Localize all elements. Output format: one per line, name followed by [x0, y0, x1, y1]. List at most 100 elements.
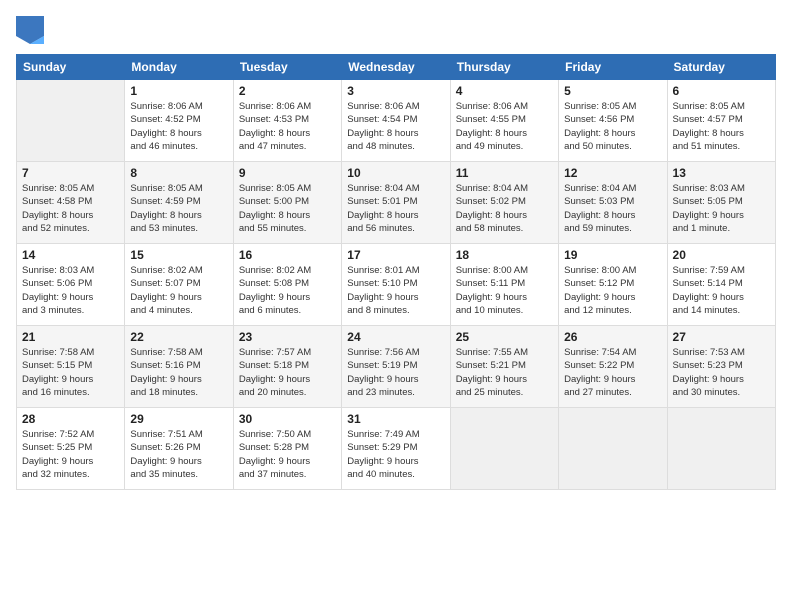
calendar-cell: 17Sunrise: 8:01 AM Sunset: 5:10 PM Dayli…	[342, 244, 450, 326]
day-info: Sunrise: 8:05 AM Sunset: 4:59 PM Dayligh…	[130, 182, 227, 235]
calendar-cell: 7 Sunrise: 8:05 AM Sunset: 4:58 PM Daylig…	[17, 162, 125, 244]
day-info: Sunrise: 7:51 AM Sunset: 5:26 PM Dayligh…	[130, 428, 227, 481]
day-number: 1	[130, 84, 227, 98]
calendar-cell	[667, 408, 775, 490]
calendar-cell: 15 Sunrise: 8:02 AM Sunset: 5:07 PM Dayli…	[125, 244, 233, 326]
calendar-container: SundayMondayTuesdayWednesdayThursdayFrid…	[0, 0, 792, 612]
day-info: Sunrise: 8:06 AM Sunset: 4:55 PM Dayligh…	[456, 100, 553, 153]
day-number: 20	[673, 248, 770, 262]
day-info: Sunrise: 8:05 AM Sunset: 4:57 PM Dayligh…	[673, 100, 770, 153]
day-number: 26	[564, 330, 661, 344]
day-info: Sunrise: 7:55 AM Sunset: 5:21 PM Dayligh…	[456, 346, 553, 399]
calendar-cell: 28 Sunrise: 7:52 AM Sunset: 5:25 PM Dayli…	[17, 408, 125, 490]
day-info: Sunrise: 8:02 AM Sunset: 5:07 PM Dayligh…	[130, 264, 227, 317]
day-info: Sunrise: 8:05 AM Sunset: 4:58 PM Dayligh…	[22, 182, 119, 235]
calendar-cell: 11Sunrise: 8:04 AM Sunset: 5:02 PM Dayli…	[450, 162, 558, 244]
logo	[16, 16, 48, 44]
calendar-cell: 18 Sunrise: 8:00 AM Sunset: 5:11 PM Dayli…	[450, 244, 558, 326]
day-number: 30	[239, 412, 336, 426]
weekday-header-sunday: Sunday	[17, 55, 125, 80]
day-number: 2	[239, 84, 336, 98]
calendar-cell: 30 Sunrise: 7:50 AM Sunset: 5:28 PM Dayli…	[233, 408, 341, 490]
calendar-cell: 25 Sunrise: 7:55 AM Sunset: 5:21 PM Dayli…	[450, 326, 558, 408]
day-number: 23	[239, 330, 336, 344]
day-number: 15	[130, 248, 227, 262]
calendar-cell	[17, 80, 125, 162]
calendar-cell: 22 Sunrise: 7:58 AM Sunset: 5:16 PM Dayli…	[125, 326, 233, 408]
day-info: Sunrise: 8:03 AM Sunset: 5:05 PM Dayligh…	[673, 182, 770, 235]
calendar-cell: 26 Sunrise: 7:54 AM Sunset: 5:22 PM Dayli…	[559, 326, 667, 408]
day-info: Sunrise: 8:06 AM Sunset: 4:52 PM Dayligh…	[130, 100, 227, 153]
calendar-cell: 16 Sunrise: 8:02 AM Sunset: 5:08 PM Dayli…	[233, 244, 341, 326]
day-info: Sunrise: 8:00 AM Sunset: 5:12 PM Dayligh…	[564, 264, 661, 317]
weekday-header-monday: Monday	[125, 55, 233, 80]
day-number: 4	[456, 84, 553, 98]
calendar-cell: 19Sunrise: 8:00 AM Sunset: 5:12 PM Dayli…	[559, 244, 667, 326]
day-number: 14	[22, 248, 119, 262]
calendar-cell: 13 Sunrise: 8:03 AM Sunset: 5:05 PM Dayli…	[667, 162, 775, 244]
day-number: 6	[673, 84, 770, 98]
day-number: 13	[673, 166, 770, 180]
day-number: 10	[347, 166, 444, 180]
calendar-header: SundayMondayTuesdayWednesdayThursdayFrid…	[17, 55, 776, 80]
calendar-cell: 23 Sunrise: 7:57 AM Sunset: 5:18 PM Dayli…	[233, 326, 341, 408]
day-info: Sunrise: 8:05 AM Sunset: 5:00 PM Dayligh…	[239, 182, 336, 235]
calendar-cell: 3 Sunrise: 8:06 AM Sunset: 4:54 PM Daylig…	[342, 80, 450, 162]
calendar-cell: 29 Sunrise: 7:51 AM Sunset: 5:26 PM Dayli…	[125, 408, 233, 490]
calendar-cell: 24Sunrise: 7:56 AM Sunset: 5:19 PM Dayli…	[342, 326, 450, 408]
day-info: Sunrise: 7:53 AM Sunset: 5:23 PM Dayligh…	[673, 346, 770, 399]
calendar-table: SundayMondayTuesdayWednesdayThursdayFrid…	[16, 54, 776, 490]
day-number: 29	[130, 412, 227, 426]
calendar-cell: 12Sunrise: 8:04 AM Sunset: 5:03 PM Dayli…	[559, 162, 667, 244]
day-number: 27	[673, 330, 770, 344]
calendar-cell	[450, 408, 558, 490]
calendar-cell: 14Sunrise: 8:03 AM Sunset: 5:06 PM Dayli…	[17, 244, 125, 326]
day-info: Sunrise: 8:04 AM Sunset: 5:03 PM Dayligh…	[564, 182, 661, 235]
day-info: Sunrise: 8:04 AM Sunset: 5:02 PM Dayligh…	[456, 182, 553, 235]
day-info: Sunrise: 7:57 AM Sunset: 5:18 PM Dayligh…	[239, 346, 336, 399]
calendar-cell: 6 Sunrise: 8:05 AM Sunset: 4:57 PM Daylig…	[667, 80, 775, 162]
day-number: 31	[347, 412, 444, 426]
day-info: Sunrise: 7:58 AM Sunset: 5:16 PM Dayligh…	[130, 346, 227, 399]
calendar-week-3: 14Sunrise: 8:03 AM Sunset: 5:06 PM Dayli…	[17, 244, 776, 326]
calendar-week-1: 1 Sunrise: 8:06 AM Sunset: 4:52 PM Daylig…	[17, 80, 776, 162]
day-number: 9	[239, 166, 336, 180]
calendar-cell: 4 Sunrise: 8:06 AM Sunset: 4:55 PM Daylig…	[450, 80, 558, 162]
day-number: 3	[347, 84, 444, 98]
weekday-header-tuesday: Tuesday	[233, 55, 341, 80]
day-number: 24	[347, 330, 444, 344]
day-number: 28	[22, 412, 119, 426]
calendar-cell: 31Sunrise: 7:49 AM Sunset: 5:29 PM Dayli…	[342, 408, 450, 490]
day-number: 8	[130, 166, 227, 180]
day-number: 21	[22, 330, 119, 344]
calendar-cell: 1 Sunrise: 8:06 AM Sunset: 4:52 PM Daylig…	[125, 80, 233, 162]
day-number: 17	[347, 248, 444, 262]
day-info: Sunrise: 8:05 AM Sunset: 4:56 PM Dayligh…	[564, 100, 661, 153]
calendar-week-5: 28 Sunrise: 7:52 AM Sunset: 5:25 PM Dayli…	[17, 408, 776, 490]
weekday-header-friday: Friday	[559, 55, 667, 80]
weekday-header-wednesday: Wednesday	[342, 55, 450, 80]
day-number: 18	[456, 248, 553, 262]
day-info: Sunrise: 8:00 AM Sunset: 5:11 PM Dayligh…	[456, 264, 553, 317]
day-number: 7	[22, 166, 119, 180]
calendar-cell: 9 Sunrise: 8:05 AM Sunset: 5:00 PM Daylig…	[233, 162, 341, 244]
day-info: Sunrise: 7:50 AM Sunset: 5:28 PM Dayligh…	[239, 428, 336, 481]
day-number: 22	[130, 330, 227, 344]
weekday-header-thursday: Thursday	[450, 55, 558, 80]
day-info: Sunrise: 8:02 AM Sunset: 5:08 PM Dayligh…	[239, 264, 336, 317]
calendar-cell: 10Sunrise: 8:04 AM Sunset: 5:01 PM Dayli…	[342, 162, 450, 244]
calendar-week-2: 7 Sunrise: 8:05 AM Sunset: 4:58 PM Daylig…	[17, 162, 776, 244]
day-info: Sunrise: 8:06 AM Sunset: 4:54 PM Dayligh…	[347, 100, 444, 153]
calendar-cell: 21Sunrise: 7:58 AM Sunset: 5:15 PM Dayli…	[17, 326, 125, 408]
calendar-cell: 5 Sunrise: 8:05 AM Sunset: 4:56 PM Daylig…	[559, 80, 667, 162]
day-number: 5	[564, 84, 661, 98]
day-info: Sunrise: 7:54 AM Sunset: 5:22 PM Dayligh…	[564, 346, 661, 399]
day-number: 25	[456, 330, 553, 344]
day-info: Sunrise: 7:52 AM Sunset: 5:25 PM Dayligh…	[22, 428, 119, 481]
calendar-cell	[559, 408, 667, 490]
logo-icon	[16, 16, 44, 44]
header	[16, 16, 776, 44]
day-info: Sunrise: 8:06 AM Sunset: 4:53 PM Dayligh…	[239, 100, 336, 153]
calendar-week-4: 21Sunrise: 7:58 AM Sunset: 5:15 PM Dayli…	[17, 326, 776, 408]
day-number: 16	[239, 248, 336, 262]
